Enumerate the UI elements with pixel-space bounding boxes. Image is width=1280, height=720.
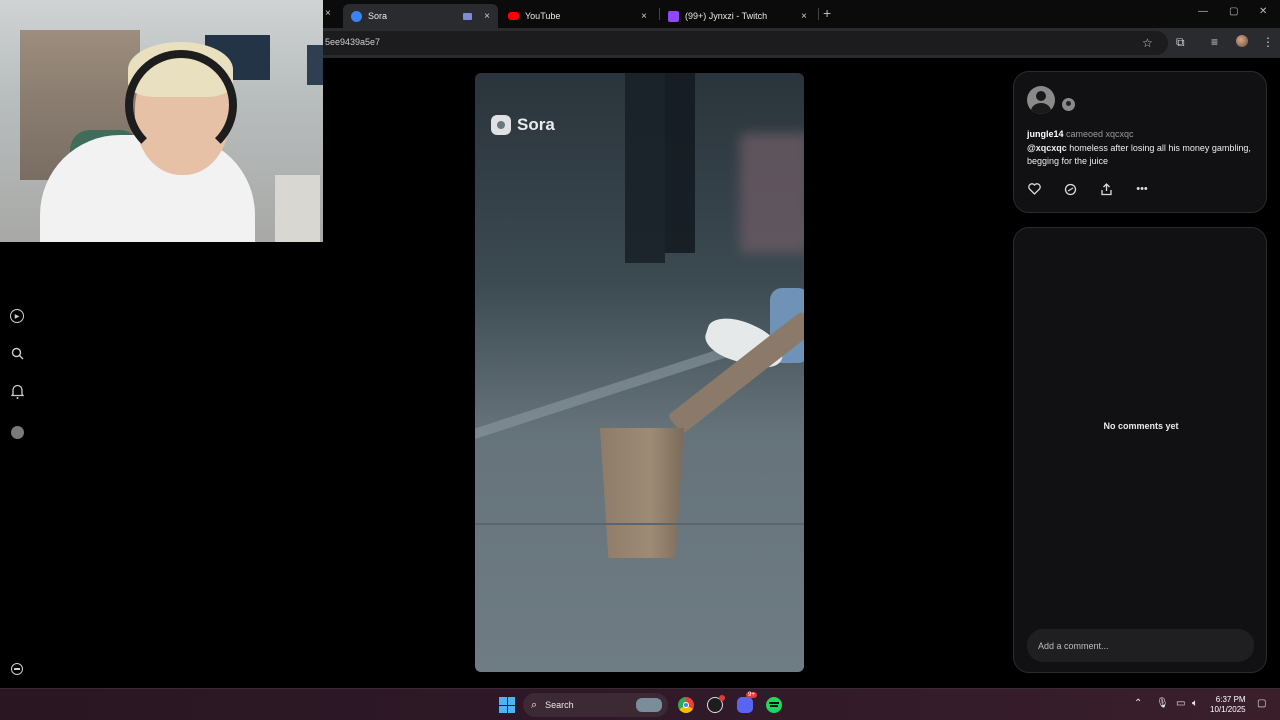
headset [125, 50, 237, 160]
comment-input[interactable] [1027, 629, 1254, 662]
tab-separator [818, 8, 819, 20]
close-window-button[interactable]: ✕ [1259, 6, 1267, 17]
heart-icon[interactable] [1027, 182, 1041, 196]
cameo-text: cameoed xqcxqc [1063, 129, 1134, 139]
remix-icon[interactable] [1063, 182, 1077, 196]
tab-youtube[interactable]: YouTube × [500, 4, 655, 28]
tray-overflow-icon[interactable]: ⌃ [1134, 698, 1142, 709]
search-icon[interactable] [10, 346, 24, 360]
sora-watermark: Sora [491, 115, 555, 135]
media-control-icon[interactable]: ≡ [1211, 35, 1218, 49]
notifications-icon[interactable] [10, 384, 24, 399]
play-feed-icon[interactable]: ▶ [10, 309, 24, 323]
new-tab-button[interactable]: + [823, 5, 831, 21]
chrome-icon[interactable] [678, 697, 694, 713]
desk-object [275, 175, 320, 242]
author-avatar[interactable] [1027, 86, 1055, 114]
discord-badge: 9+ [746, 692, 757, 698]
tab-close-button[interactable]: × [801, 11, 807, 22]
tab-close-button[interactable]: × [484, 11, 490, 22]
more-options-icon[interactable] [11, 663, 23, 675]
more-icon[interactable]: ••• [1135, 182, 1149, 196]
microphone-icon[interactable]: 🎙︎ [1156, 698, 1169, 709]
tab-label: (99+) Jynxzi - Twitch [685, 11, 768, 21]
no-comments-message: No comments yet [1103, 421, 1179, 431]
volume-icon[interactable]: 🔈︎ [1192, 698, 1198, 709]
tab-twitch[interactable]: (99+) Jynxzi - Twitch × [660, 4, 815, 28]
profile-icon[interactable] [10, 425, 24, 439]
search-icon: ⌕ [531, 698, 538, 711]
clock-time: 6:37 PM [1215, 695, 1246, 704]
share-icon[interactable] [1099, 182, 1113, 196]
post-username[interactable]: jungle14 [1027, 129, 1064, 139]
taskbar-search[interactable]: ⌕ Search [523, 693, 668, 717]
windows-start-icon[interactable] [499, 697, 515, 713]
tab-label: Sora [368, 11, 388, 21]
tab-close-prev[interactable]: × [325, 8, 331, 19]
maximize-button[interactable]: ▢ [1229, 6, 1238, 17]
video-scene-legs [625, 73, 665, 263]
sora-favicon-icon [351, 10, 362, 22]
sora-logo-icon [491, 115, 511, 135]
video-player[interactable]: Sora [475, 73, 804, 672]
webcam-overlay [0, 0, 323, 242]
discord-icon[interactable]: 9+ [737, 692, 757, 713]
media-playing-icon [463, 12, 473, 20]
tab-close-button[interactable]: × [641, 11, 647, 22]
system-clock[interactable]: 6:37 PM 10/1/2025 [1210, 695, 1246, 715]
comments-panel: No comments yet [1013, 227, 1267, 673]
video-scene-cup [600, 428, 684, 558]
minimize-button[interactable]: — [1198, 6, 1208, 17]
tab-sora[interactable]: Sora × [343, 4, 498, 28]
tab-label: YouTube [525, 11, 561, 21]
notification-center-icon[interactable]: ▢ [1257, 698, 1266, 709]
extensions-icon[interactable]: ⧉ [1176, 35, 1185, 50]
network-icon[interactable]: ▭ [1176, 698, 1185, 709]
youtube-favicon-icon [508, 12, 519, 20]
video-scene-crack [475, 523, 804, 525]
post-attribution: jungle14 cameoed xqcxqc [1027, 129, 1134, 139]
kebab-menu-icon[interactable]: ⋮ [1262, 35, 1274, 49]
taskbar-search-label: Search [545, 700, 574, 710]
post-details-card: jungle14 cameoed xqcxqc @xqcxqc homeless… [1013, 71, 1267, 213]
video-scene-blur [740, 133, 804, 253]
spotify-icon[interactable] [766, 697, 782, 713]
search-highlight-image [636, 698, 662, 712]
twitch-favicon-icon [668, 10, 679, 22]
star-icon[interactable]: ☆ [1142, 36, 1153, 50]
profile-avatar[interactable] [1236, 35, 1248, 47]
obs-icon[interactable] [707, 695, 725, 713]
windows-taskbar: ⌕ Search 9+ ⌃ 🎙︎ ▭ 🔈︎ 6:37 PM 10/1/2025 … [0, 688, 1280, 720]
cameo-avatar[interactable] [1062, 98, 1075, 111]
address-text: 5ee9439a5e7 [325, 37, 381, 47]
caption-mention[interactable]: @xqcxqc [1027, 143, 1067, 153]
post-caption: @xqcxqc homeless after losing all his mo… [1027, 142, 1252, 168]
background-screen [307, 45, 323, 85]
watermark-text: Sora [517, 115, 555, 134]
video-scene-legs [665, 73, 695, 253]
clock-date: 10/1/2025 [1210, 705, 1246, 714]
